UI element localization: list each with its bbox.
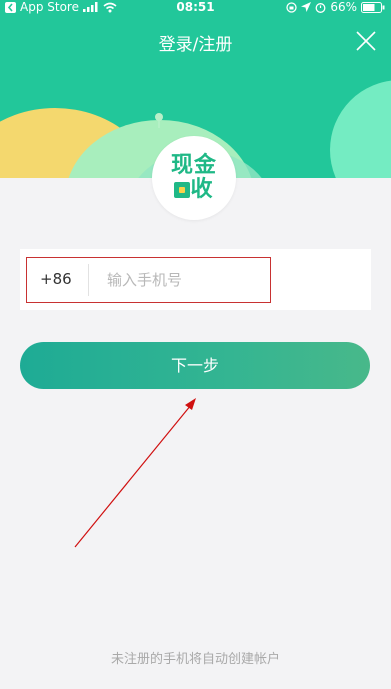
annotation-arrow (74, 398, 196, 548)
footer-note: 未注册的手机将自动创建帐户 (110, 652, 280, 667)
